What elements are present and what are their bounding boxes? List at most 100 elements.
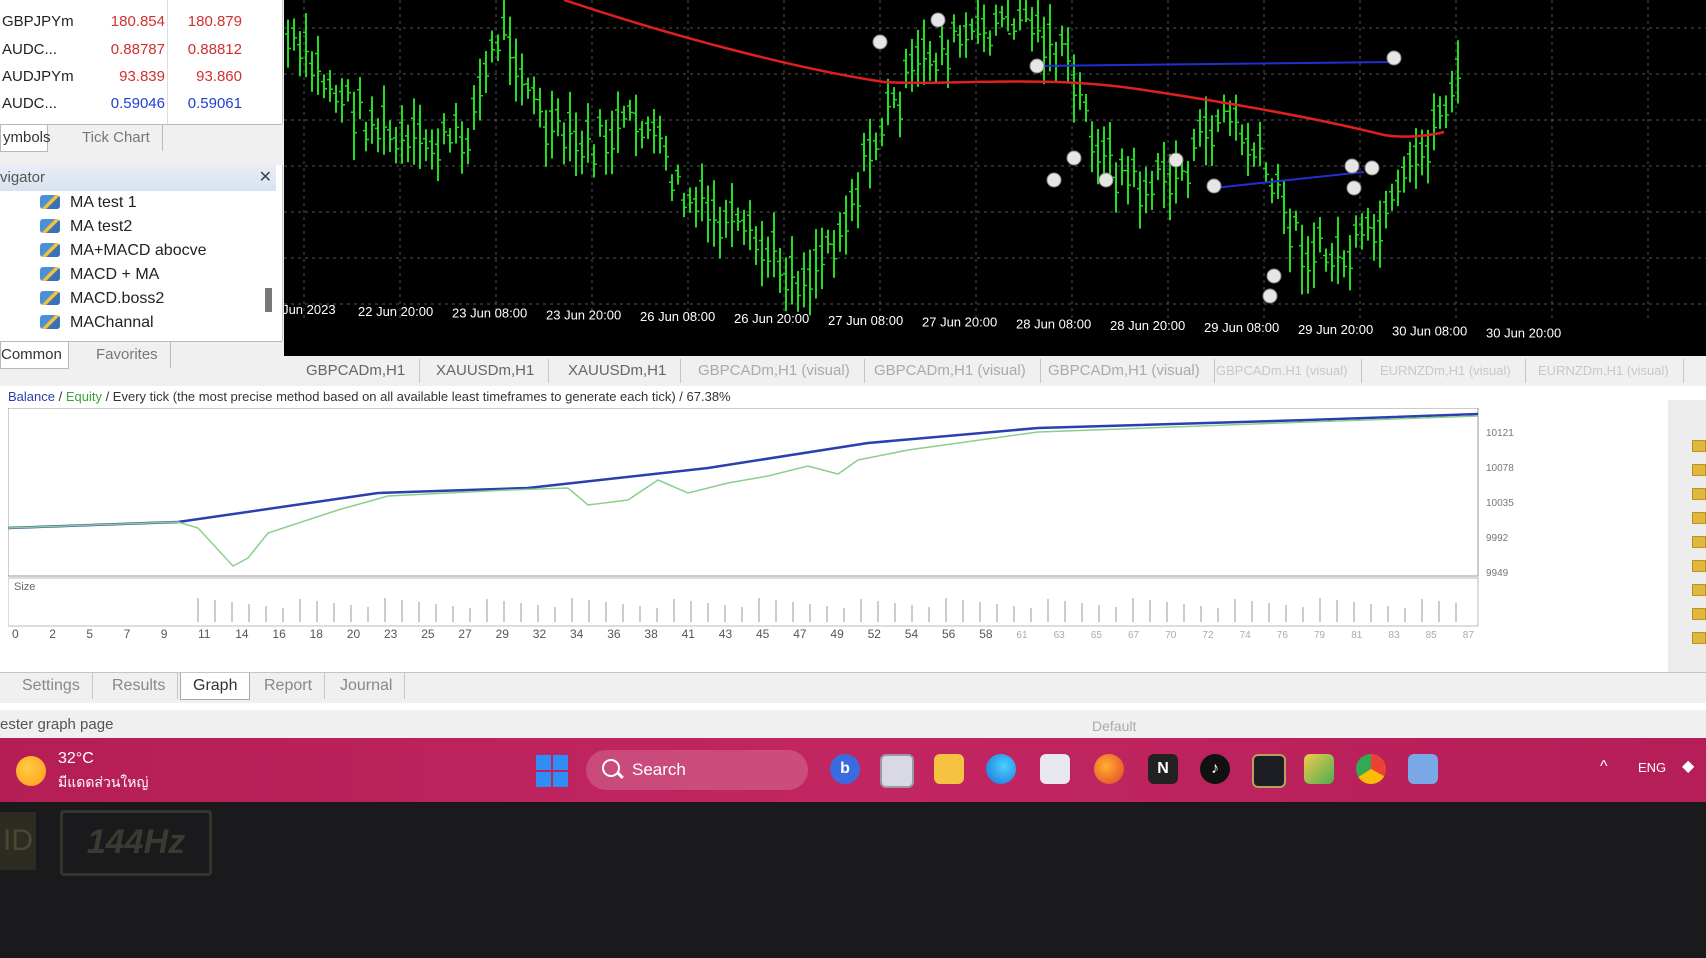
time-axis-label: 28 Jun 20:00 (1110, 318, 1185, 333)
monitor-bezel-logo: ID (0, 812, 36, 870)
chart-tab[interactable]: XAUUSDm,H1 (568, 359, 682, 383)
navigator-item[interactable]: MA test 1 (40, 191, 137, 214)
navigator-tabs: Common Favorites (0, 341, 282, 372)
moving-average-line (563, 0, 1445, 138)
x-axis-label: 29 (496, 627, 510, 641)
taskbar-search[interactable]: Search (586, 750, 808, 790)
market-row[interactable]: AUDJPYm 93.839 93.860 (0, 63, 282, 90)
wifi-icon[interactable]: ◆ (1682, 756, 1694, 776)
app-icon[interactable] (1304, 754, 1334, 784)
tiktok-icon[interactable]: ♪ (1200, 754, 1230, 784)
store-icon[interactable] (1040, 754, 1070, 784)
x-axis-label: 56 (942, 627, 956, 641)
x-axis-label: 16 (272, 627, 286, 641)
x-axis-label: 23 (384, 627, 398, 641)
navigator-item-label: MA+MACD abocve (70, 242, 207, 259)
chart-window-tabs: GBPCADm,H1 XAUUSDm,H1 XAUUSDm,H1 GBPCADm… (284, 356, 1706, 387)
time-axis-label: 29 Jun 08:00 (1204, 320, 1279, 335)
x-axis-label: 25 (421, 627, 435, 641)
chart-tab[interactable]: GBPCADm,H1 (306, 359, 421, 383)
navigator-item[interactable]: MA+MACD abocve (40, 239, 207, 262)
bing-icon[interactable]: b (830, 754, 860, 784)
chrome-icon[interactable] (1356, 754, 1386, 784)
trade-marker (1206, 178, 1222, 194)
size-label: Size (14, 581, 35, 593)
chart-tab[interactable]: EURNZDm,H1 (visual) (1538, 359, 1684, 383)
navigator-scrollbar[interactable] (265, 288, 272, 312)
navigator-item-label: MA test 1 (70, 194, 137, 211)
chart-tab[interactable]: GBPCADm,H1 (visual) (698, 359, 865, 383)
x-axis-label: 27 (458, 627, 472, 641)
time-axis-label: 22 Jun 2023 (284, 302, 336, 317)
tab-common[interactable]: Common (0, 342, 69, 369)
input-language[interactable]: ENG (1638, 760, 1666, 775)
navigator-item[interactable]: MA test2 (40, 215, 132, 238)
screen: GBPJPYm 180.854 180.879 AUDC... 0.88787 … (0, 0, 1706, 800)
chart-tab[interactable]: GBPCADm,H1 (visual) (1048, 359, 1215, 383)
navigator-item[interactable]: MAChannal (40, 311, 154, 334)
trade-marker (1168, 152, 1184, 168)
expert-advisor-icon (40, 219, 60, 233)
start-button[interactable] (536, 755, 568, 787)
tab-report[interactable]: Report (252, 673, 326, 699)
firefox-icon[interactable] (1094, 754, 1124, 784)
market-row[interactable]: AUDC... 0.88787 0.88812 (0, 36, 282, 63)
x-axis-label: 74 (1240, 630, 1252, 641)
x-axis-label: 61 (1016, 630, 1028, 641)
x-axis-label: 79 (1314, 630, 1326, 641)
notepad-icon[interactable] (1408, 754, 1438, 784)
tab-favorites[interactable]: Favorites (84, 342, 171, 368)
task-view-icon[interactable] (880, 754, 914, 788)
tab-symbols[interactable]: ymbols (0, 125, 51, 152)
navigator-item[interactable]: MACD.boss2 (40, 287, 164, 310)
terminal-side-strip (1668, 400, 1706, 700)
market-watch-tabs: ymbols Tick Chart (0, 124, 282, 157)
metatrader-icon[interactable] (1252, 754, 1286, 788)
close-icon[interactable]: ✕ (259, 165, 272, 191)
edge-icon[interactable] (986, 754, 1016, 784)
tab-settings[interactable]: Settings (10, 673, 93, 699)
symbol-name: AUDC... (2, 41, 58, 58)
chart-tab[interactable]: GBPCADm,H1 (visual) (874, 359, 1041, 383)
folder-icon (1692, 512, 1706, 524)
windows-logo-icon (536, 772, 551, 787)
folder-icon (1692, 464, 1706, 476)
trade-marker (930, 12, 946, 28)
chart-tab[interactable]: GBPCADm,H1 (visual) (1216, 359, 1363, 383)
chart-tab[interactable]: EURNZDm,H1 (visual) (1380, 359, 1526, 383)
market-row[interactable]: AUDC... 0.59046 0.59061 (0, 90, 282, 117)
weather-description[interactable]: มีแดดส่วนใหญ่ (58, 772, 148, 794)
x-axis-label: 63 (1054, 630, 1066, 641)
caption-separator: / (54, 389, 66, 404)
x-axis-label: 58 (979, 627, 993, 641)
weather-sun-icon[interactable] (16, 756, 46, 786)
tab-tick-chart[interactable]: Tick Chart (70, 125, 163, 151)
time-axis-label: 27 Jun 20:00 (922, 315, 997, 330)
time-axis-label: 29 Jun 20:00 (1298, 322, 1373, 337)
notion-icon[interactable]: N (1148, 754, 1178, 784)
navigator-item-label: MACD.boss2 (70, 290, 165, 307)
price-chart[interactable]: 22 Jun 2023 22 Jun 20:00 23 Jun 08:00 23 Ju… (284, 0, 1706, 364)
x-axis-label: 20 (347, 627, 361, 641)
time-axis-label: 30 Jun 20:00 (1486, 325, 1561, 340)
time-axis-label: 30 Jun 08:00 (1392, 324, 1467, 339)
x-axis-label: 65 (1091, 630, 1103, 641)
tab-results[interactable]: Results (100, 673, 179, 699)
caption-details: / Every tick (the most precise method ba… (101, 389, 731, 404)
chevron-up-icon[interactable]: ^ (1600, 758, 1608, 776)
chart-tab[interactable]: XAUUSDm,H1 (436, 359, 550, 383)
navigator-item[interactable]: MACD + MA (40, 263, 159, 286)
folder-icon (1692, 488, 1706, 500)
tab-journal[interactable]: Journal (328, 673, 406, 699)
windows-logo-icon (553, 772, 568, 787)
ask-price: 93.860 (196, 68, 242, 85)
weather-temperature[interactable]: 32°C (58, 750, 94, 768)
x-axis-label: 81 (1351, 630, 1363, 641)
tab-graph[interactable]: Graph (180, 673, 251, 700)
x-axis-label: 67 (1128, 630, 1140, 641)
file-explorer-icon[interactable] (934, 754, 964, 784)
trade-line (1033, 61, 1395, 67)
trade-marker (1364, 160, 1380, 176)
graph-plot-area (8, 408, 1479, 577)
market-row[interactable]: GBPJPYm 180.854 180.879 (0, 8, 282, 35)
